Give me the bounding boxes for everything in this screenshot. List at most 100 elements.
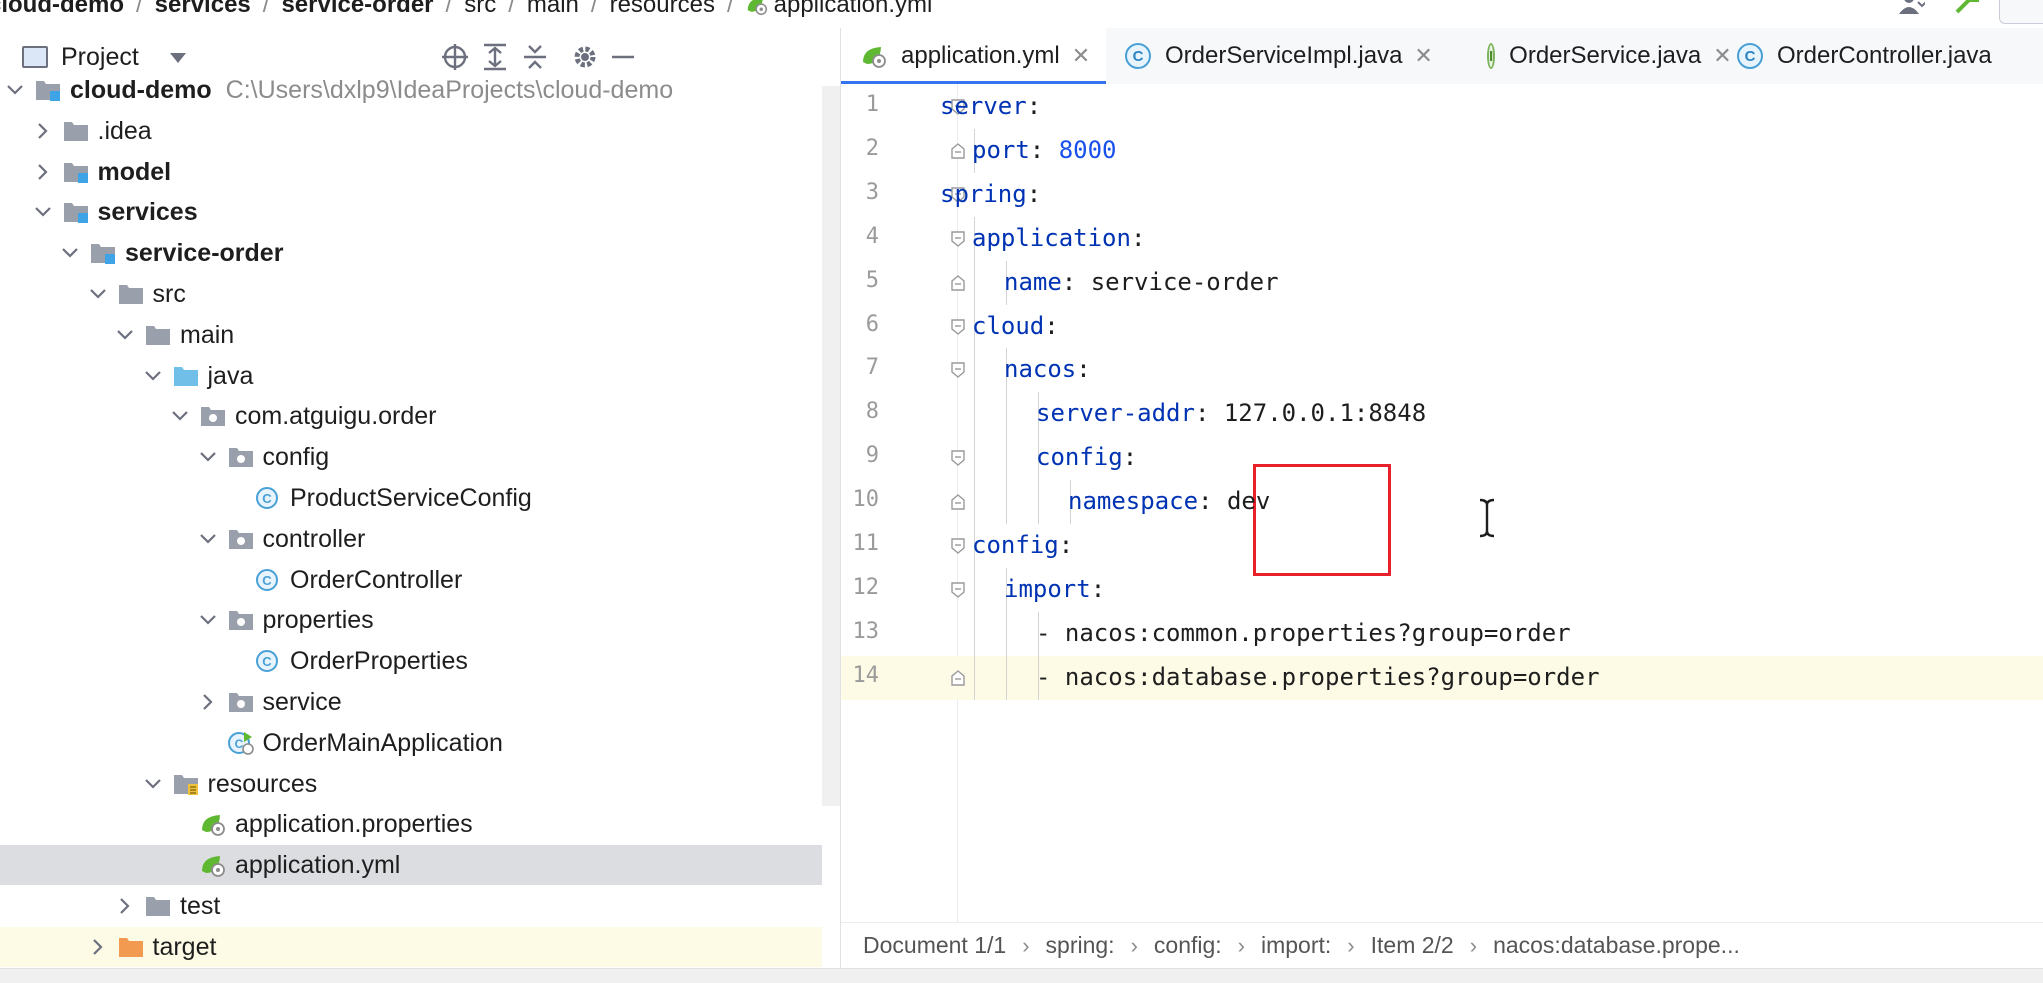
chevron-down-icon[interactable] bbox=[170, 406, 190, 426]
close-icon[interactable]: ✕ bbox=[1414, 43, 1432, 69]
tree-node[interactable]: main bbox=[0, 315, 822, 355]
tree-node[interactable]: config bbox=[0, 437, 822, 477]
tree-node[interactable]: application.properties bbox=[0, 804, 822, 844]
tree-node[interactable]: resources bbox=[0, 764, 822, 804]
close-icon[interactable]: ✕ bbox=[1072, 43, 1090, 69]
user-icon[interactable] bbox=[1899, 0, 1925, 14]
code-line[interactable]: 6 cloud: bbox=[841, 304, 2043, 349]
tree-node[interactable]: C OrderProperties bbox=[0, 641, 822, 681]
breadcrumb-item[interactable]: resources bbox=[610, 0, 715, 19]
tree-node[interactable]: java bbox=[0, 356, 822, 396]
structure-crumb[interactable]: config: bbox=[1154, 932, 1222, 959]
tree-node[interactable]: application.yml bbox=[0, 845, 822, 886]
code-line[interactable]: 2 port: 8000 bbox=[841, 128, 2043, 173]
code-area[interactable]: 1 server: 2 port: 8000 3 spring: 4 application:… bbox=[841, 84, 2043, 922]
chevron-down-icon[interactable] bbox=[198, 447, 218, 467]
code-line[interactable]: 8 server-addr: 127.0.0.1:8848 bbox=[841, 392, 2043, 437]
tree-node-label: java bbox=[208, 362, 254, 391]
editor-tab[interactable]: C OrderController.java bbox=[1721, 28, 2043, 84]
line-number: 2 bbox=[865, 135, 879, 161]
chevron-down-icon[interactable] bbox=[88, 284, 108, 304]
code-text: spring: bbox=[940, 180, 1041, 208]
chevron-right-icon[interactable] bbox=[88, 937, 108, 957]
tree-node[interactable]: C ProductServiceConfig bbox=[0, 478, 822, 518]
chevron-right-icon[interactable] bbox=[115, 896, 135, 916]
code-line[interactable]: 3 spring: bbox=[841, 173, 2043, 217]
editor-tab[interactable]: C OrderServiceImpl.java ✕ bbox=[1109, 28, 1469, 84]
fold-open-icon[interactable] bbox=[951, 450, 965, 467]
chevron-right-icon[interactable] bbox=[33, 121, 53, 141]
structure-crumb[interactable]: Document 1/1 bbox=[863, 932, 1006, 959]
code-line[interactable]: 12 import: bbox=[841, 567, 2043, 612]
code-line[interactable]: 11 config: bbox=[841, 524, 2043, 568]
tree-node[interactable]: service bbox=[0, 682, 822, 722]
tree-node[interactable]: .idea bbox=[0, 111, 822, 151]
breadcrumb-item[interactable]: cloud-demo bbox=[0, 0, 124, 19]
yaml-key: nacos bbox=[1004, 355, 1077, 384]
code-text: namespace: dev bbox=[1068, 487, 1270, 515]
fold-end-icon[interactable] bbox=[951, 494, 965, 510]
breadcrumb-item[interactable]: src bbox=[464, 0, 496, 19]
fold-end-icon[interactable] bbox=[951, 669, 965, 686]
tree-scrollbar[interactable] bbox=[822, 86, 840, 806]
tree-node[interactable]: target bbox=[0, 926, 822, 967]
yaml-key: name bbox=[1004, 267, 1062, 296]
fold-open-icon[interactable] bbox=[951, 230, 965, 247]
project-title[interactable]: Project bbox=[61, 43, 139, 72]
tree-node[interactable]: services bbox=[0, 192, 822, 232]
structure-crumb[interactable]: spring: bbox=[1046, 932, 1115, 959]
breadcrumb-item[interactable]: service-order bbox=[281, 0, 433, 19]
code-line[interactable]: 9 config: bbox=[841, 436, 2043, 481]
fold-open-icon[interactable] bbox=[951, 582, 965, 598]
tree-node[interactable]: model bbox=[0, 152, 822, 192]
code-line[interactable]: 1 server: bbox=[841, 85, 2043, 129]
chevron-down-icon[interactable] bbox=[170, 53, 186, 63]
chevron-down-icon[interactable] bbox=[143, 774, 163, 794]
fold-open-icon[interactable] bbox=[951, 362, 965, 379]
collapse-all-icon[interactable] bbox=[520, 42, 550, 72]
code-line[interactable]: 7 nacos: bbox=[841, 348, 2043, 393]
breadcrumb-item[interactable]: application.yml bbox=[774, 0, 933, 19]
breadcrumb-item[interactable]: services bbox=[155, 0, 251, 19]
tree-node[interactable]: com.atguigu.order bbox=[0, 396, 822, 436]
chevron-down-icon[interactable] bbox=[5, 80, 25, 100]
tree-node[interactable]: properties bbox=[0, 600, 822, 640]
structure-crumb[interactable]: nacos:database.prope... bbox=[1493, 932, 1740, 959]
editor-tab[interactable]: application.yml ✕ bbox=[841, 28, 1106, 84]
fold-open-icon[interactable] bbox=[951, 538, 965, 554]
tree-node[interactable]: test bbox=[0, 886, 822, 926]
chevron-right-icon[interactable] bbox=[33, 162, 53, 182]
code-line[interactable]: 10 namespace: dev bbox=[841, 480, 2043, 525]
fold-end-icon[interactable] bbox=[951, 142, 965, 159]
tree-node[interactable]: C OrderController bbox=[0, 560, 822, 600]
code-line[interactable]: 14 - nacos:database.properties?group=orde… bbox=[841, 655, 2043, 700]
tree-node[interactable]: C OrderMainApplication bbox=[0, 723, 822, 763]
chevron-down-icon[interactable] bbox=[60, 243, 80, 263]
fold-open-icon[interactable] bbox=[951, 318, 965, 335]
code-line[interactable]: 4 application: bbox=[841, 216, 2043, 261]
structure-crumb[interactable]: Item 2/2 bbox=[1371, 932, 1454, 959]
editor-tab[interactable]: I OrderService.java ✕ bbox=[1471, 28, 1732, 84]
code-line[interactable]: 13 - nacos:common.properties?group=order bbox=[841, 611, 2043, 656]
chevron-down-icon[interactable] bbox=[143, 366, 163, 386]
chevron-down-icon[interactable] bbox=[198, 529, 218, 549]
tree-node[interactable]: src bbox=[0, 274, 822, 314]
minimize-icon[interactable] bbox=[608, 42, 638, 72]
tree-node[interactable]: service-order bbox=[0, 233, 822, 273]
code-line[interactable]: 5 name: service-order bbox=[841, 260, 2043, 305]
structure-crumb[interactable]: import: bbox=[1261, 932, 1331, 959]
locate-icon[interactable] bbox=[440, 42, 470, 72]
run-config-button[interactable] bbox=[1999, 0, 2043, 24]
tree-node[interactable]: controller bbox=[0, 519, 822, 559]
chevron-right-icon[interactable] bbox=[198, 692, 218, 712]
module-folder-icon bbox=[63, 162, 88, 183]
fold-end-icon[interactable] bbox=[951, 274, 965, 291]
breadcrumb-item[interactable]: main bbox=[527, 0, 579, 19]
settings-icon[interactable] bbox=[570, 42, 600, 72]
chevron-down-icon[interactable] bbox=[33, 202, 53, 222]
expand-all-icon[interactable] bbox=[480, 42, 510, 72]
tree-node[interactable]: cloud-demo C:\Users\dxlp9\IdeaProjects\cl… bbox=[0, 70, 822, 110]
chevron-down-icon[interactable] bbox=[198, 610, 218, 630]
build-icon[interactable] bbox=[1953, 0, 1981, 14]
chevron-down-icon[interactable] bbox=[115, 325, 135, 345]
